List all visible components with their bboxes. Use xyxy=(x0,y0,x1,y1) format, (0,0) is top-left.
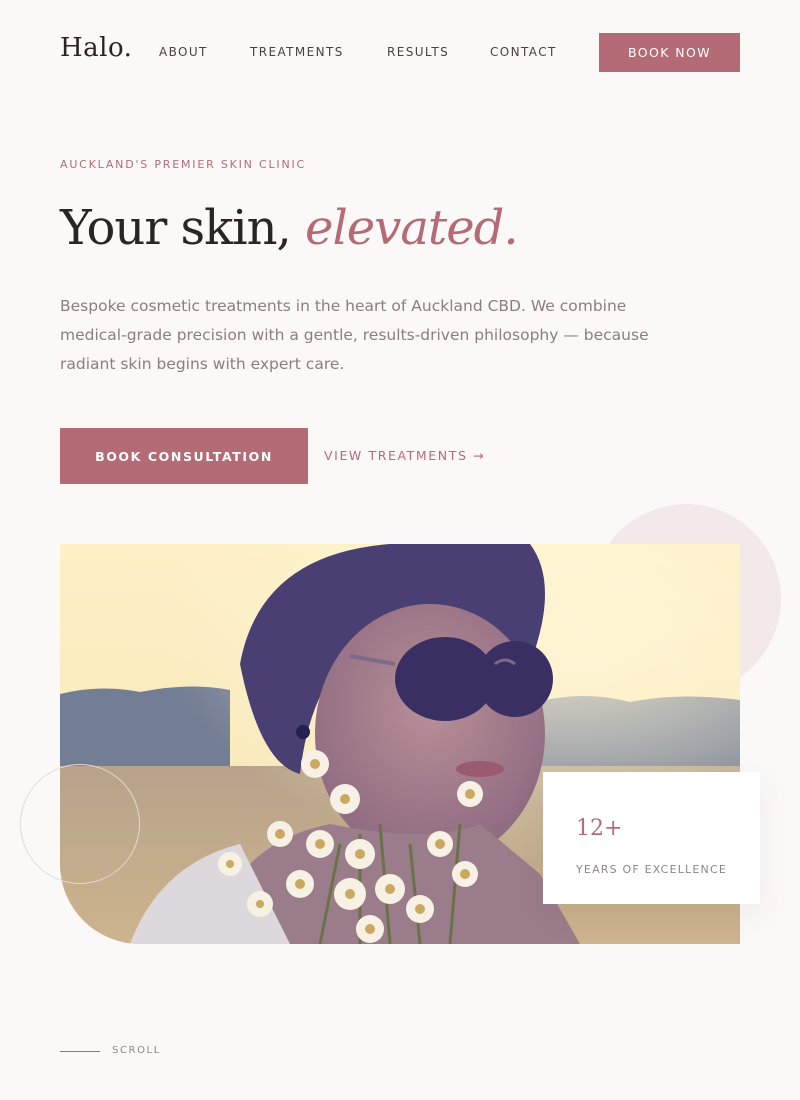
nav-link-contact[interactable]: CONTACT xyxy=(490,45,557,59)
hero-intro: Bespoke cosmetic treatments in the heart… xyxy=(60,297,649,373)
nav-link-about[interactable]: ABOUT xyxy=(159,45,208,59)
headline-main: Your skin, xyxy=(60,200,306,256)
stat-card: 12+ YEARS OF EXCELLENCE xyxy=(543,772,760,904)
view-treatments-link[interactable]: VIEW TREATMENTS → xyxy=(324,448,485,463)
scroll-label[interactable]: SCROLL xyxy=(112,1045,161,1056)
nav-link-results[interactable]: RESULTS xyxy=(387,45,449,59)
stat-label: YEARS OF EXCELLENCE xyxy=(576,863,727,876)
brand-logo[interactable]: Halo. xyxy=(60,33,132,63)
hero-headline: Your skin, elevated. xyxy=(60,200,519,256)
scroll-line xyxy=(60,1051,100,1052)
decorative-ring xyxy=(20,764,140,884)
hero-eyebrow: AUCKLAND'S PREMIER SKIN CLINIC xyxy=(60,158,307,171)
nav-link-treatments[interactable]: TREATMENTS xyxy=(250,45,344,59)
headline-accent: elevated. xyxy=(305,200,519,256)
book-now-button[interactable]: BOOK NOW xyxy=(599,33,740,72)
book-consultation-button[interactable]: BOOK CONSULTATION xyxy=(60,428,308,484)
stat-number: 12+ xyxy=(576,816,623,841)
